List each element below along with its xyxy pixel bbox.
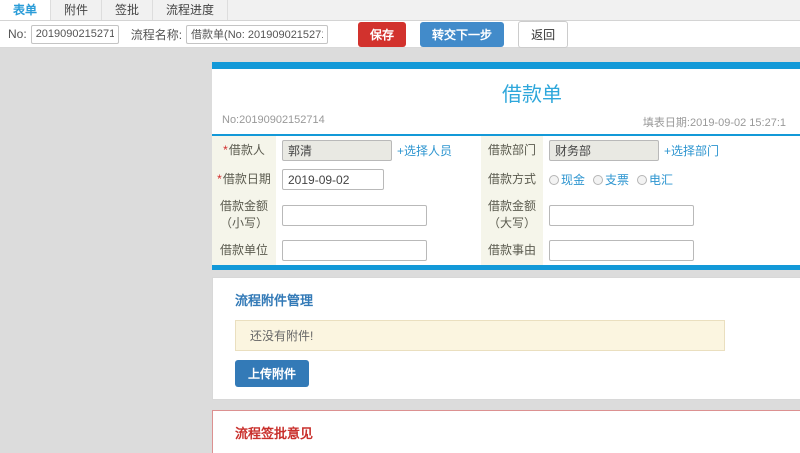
- borrower-input[interactable]: [282, 140, 392, 161]
- attachment-heading: 流程附件管理: [235, 293, 314, 308]
- radio-cash[interactable]: 现金: [549, 171, 585, 188]
- radio-wire-transfer[interactable]: 电汇: [637, 171, 673, 188]
- upload-attachment-button[interactable]: 上传附件: [235, 360, 310, 387]
- loan-date-input[interactable]: [282, 169, 384, 190]
- form-table: *借款人 +选择人员 借款部门 +选择部门 *借款日期 借款方式: [212, 136, 800, 265]
- tab-bar: 表单 附件 签批 流程进度: [0, 0, 800, 21]
- approval-panel: 流程签批意见 B I abc: [212, 410, 800, 453]
- amount-uppercase-label: 借款金额（大写）: [481, 194, 543, 236]
- radio-cash-label: 现金: [561, 173, 586, 187]
- approval-heading: 流程签批意见: [235, 426, 314, 441]
- select-person-link[interactable]: +选择人员: [397, 142, 452, 159]
- form-fill-date: 填表日期:2019-09-02 15:27:1: [642, 117, 786, 129]
- loan-unit-label: 借款单位: [212, 236, 276, 265]
- forward-next-step-button[interactable]: 转交下一步: [420, 21, 505, 47]
- radio-icon: [637, 174, 648, 185]
- form-meta-row: No:20190902152714 填表日期:2019-09-02 15:27:…: [212, 114, 800, 134]
- loan-unit-input[interactable]: [282, 240, 427, 261]
- loan-date-label: *借款日期: [212, 165, 276, 194]
- main-content: 借款单 No:20190902152714 填表日期:2019-09-02 15…: [212, 62, 800, 453]
- tab-approval[interactable]: 签批: [102, 0, 154, 20]
- loan-reason-input[interactable]: [549, 240, 694, 261]
- tab-form[interactable]: 表单: [0, 0, 52, 20]
- bottom-accent-bar: [212, 265, 800, 270]
- required-marker: *: [223, 143, 228, 157]
- process-name-input[interactable]: [186, 24, 329, 44]
- amount-lowercase-input[interactable]: [282, 204, 427, 226]
- tab-process-progress[interactable]: 流程进度: [153, 0, 229, 20]
- loan-form-panel: 借款单 No:20190902152714 填表日期:2019-09-02 15…: [212, 62, 800, 270]
- back-button[interactable]: 返回: [518, 20, 569, 48]
- form-title: 借款单: [502, 84, 562, 106]
- radio-cheque[interactable]: 支票: [593, 171, 629, 188]
- loan-method-radios: 现金 支票 电汇: [549, 171, 673, 188]
- form-doc-no: No:20190902152714: [222, 114, 325, 126]
- loan-method-label: 借款方式: [481, 165, 543, 194]
- radio-wire-transfer-label: 电汇: [649, 173, 674, 187]
- department-input[interactable]: [549, 140, 659, 161]
- top-accent-bar: [212, 62, 800, 69]
- attachment-panel: 流程附件管理 还没有附件! 上传附件: [212, 277, 800, 400]
- amount-uppercase-input[interactable]: [549, 204, 694, 226]
- select-department-link[interactable]: +选择部门: [664, 142, 719, 159]
- radio-icon: [593, 174, 604, 185]
- borrower-label: *借款人: [212, 136, 276, 165]
- radio-cheque-label: 支票: [605, 173, 630, 187]
- required-marker: *: [217, 172, 222, 186]
- save-button[interactable]: 保存: [358, 21, 407, 47]
- tab-attachments[interactable]: 附件: [51, 0, 103, 20]
- no-input[interactable]: [30, 24, 119, 44]
- department-label: 借款部门: [481, 136, 543, 165]
- action-toolbar: No: 流程名称: 保存 转交下一步 返回: [0, 20, 800, 48]
- amount-lowercase-label: 借款金额（小写）: [212, 194, 276, 236]
- process-name-label: 流程名称:: [130, 27, 183, 42]
- no-label: No:: [8, 27, 27, 41]
- no-attachment-message: 还没有附件!: [235, 320, 725, 351]
- loan-reason-label: 借款事由: [481, 236, 543, 265]
- radio-icon: [549, 174, 559, 185]
